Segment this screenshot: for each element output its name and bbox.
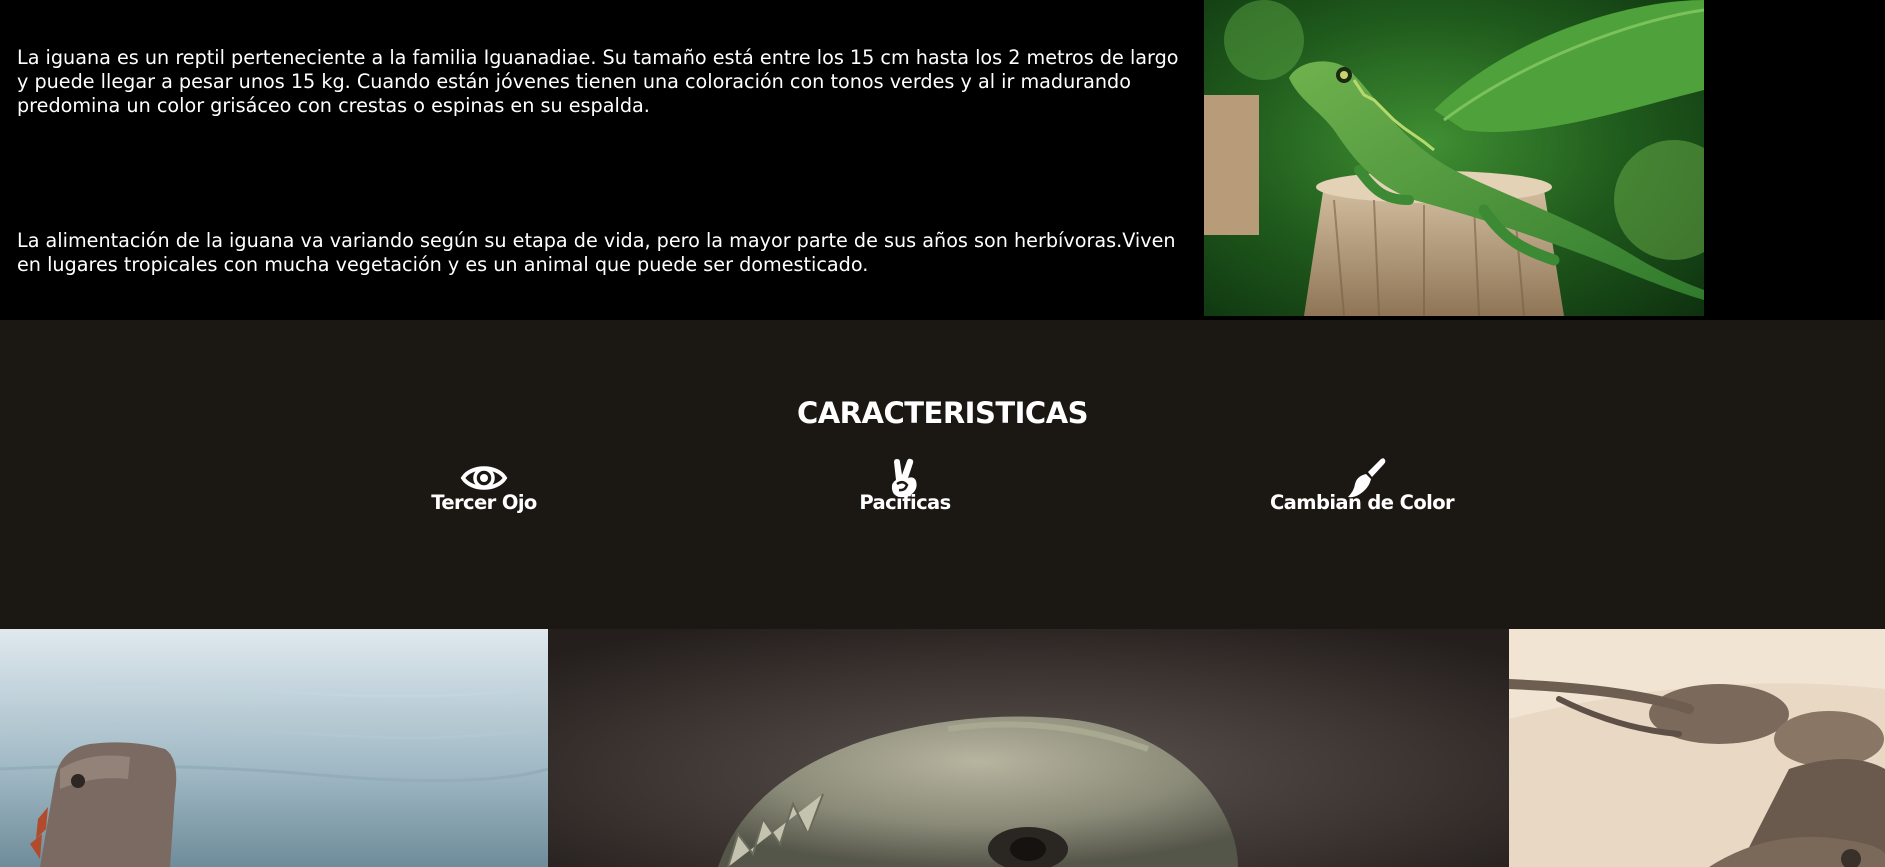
intro-paragraph-2: La alimentación de la iguana va variando…	[17, 229, 1176, 276]
feature-cambian-de-color: Cambian de Color	[1232, 458, 1492, 514]
photo-gallery	[0, 629, 1885, 867]
feature-label: Pacificas	[859, 491, 951, 514]
intro-section: La iguana es un reptil perteneciente a l…	[0, 0, 1885, 320]
iguana-closeup-photo	[548, 629, 1509, 867]
feature-pacificas: Pacificas	[775, 458, 1035, 514]
iguana-by-sea-photo	[0, 629, 548, 867]
iguanas-on-sand-photo	[1509, 629, 1885, 867]
green-iguana-photo	[1204, 0, 1704, 316]
feature-tercer-ojo: Tercer Ojo	[354, 458, 614, 514]
intro-paragraph-1: La iguana es un reptil perteneciente a l…	[17, 46, 1179, 117]
feature-label: Cambian de Color	[1269, 491, 1455, 514]
features-title: CARACTERISTICAS	[796, 396, 1089, 430]
feature-label: Tercer Ojo	[431, 491, 537, 514]
features-section: CARACTERISTICAS Tercer Ojo Pacificas Cam…	[0, 320, 1885, 629]
